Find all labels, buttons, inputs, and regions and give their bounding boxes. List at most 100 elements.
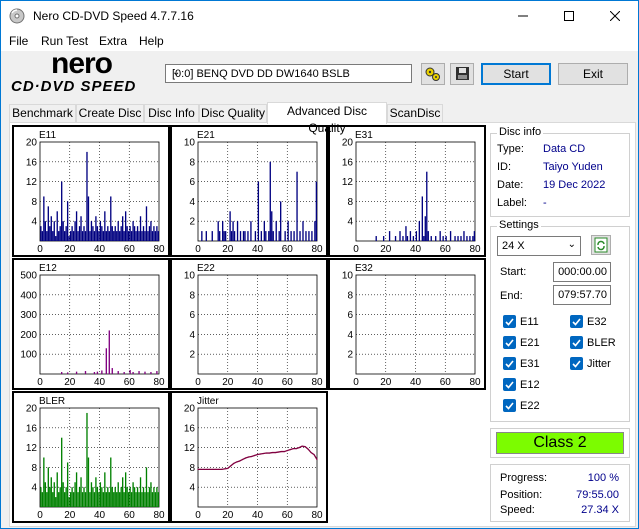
e32-ytick-label: 6 <box>347 310 353 321</box>
e12-bar <box>150 372 152 374</box>
e21-checkbox[interactable]: E21 <box>503 336 540 349</box>
jitter-point <box>215 468 217 470</box>
e11-bar <box>114 226 116 241</box>
e31-bar <box>405 226 407 241</box>
jitter-xtick-label: 60 <box>282 510 294 521</box>
e31-checkbox[interactable]: E31 <box>503 357 540 370</box>
minimize-button[interactable] <box>500 1 546 31</box>
e12-ytick-label: 400 <box>20 290 37 301</box>
jitter-point <box>227 467 229 469</box>
menu-file[interactable]: File <box>9 34 28 48</box>
e21-bar <box>222 221 224 241</box>
e21-bar <box>263 221 265 241</box>
e11-bar <box>139 216 142 241</box>
e31-bar <box>406 236 409 241</box>
e12-bar <box>138 371 140 374</box>
tab-advanced-disc-quality[interactable]: Advanced Disc Quality <box>267 102 387 135</box>
jitter-point <box>313 453 315 456</box>
refresh-speed-button[interactable] <box>591 235 611 255</box>
e11-bar <box>122 216 124 241</box>
id-label: ID: <box>497 161 512 173</box>
jitter-point <box>262 452 265 455</box>
e31-xtick-label: 20 <box>380 244 392 255</box>
menu-run-test[interactable]: Run Test <box>41 34 88 48</box>
e21-bar <box>217 221 219 241</box>
bler-bar <box>107 487 109 507</box>
jitter-xtick-label: 80 <box>311 510 323 521</box>
e12-bar <box>129 370 131 374</box>
checkmark-icon <box>503 336 516 349</box>
e31-bar <box>445 236 447 241</box>
e12-checkbox[interactable]: E12 <box>503 378 540 391</box>
e22-ytick-label: 4 <box>189 330 195 341</box>
e11-ytick-label: 16 <box>26 157 38 168</box>
jitter-point <box>247 456 250 458</box>
e32-xtick-label: 20 <box>380 377 392 388</box>
e22-ytick-label: 8 <box>189 290 195 301</box>
e11-bar <box>78 226 81 241</box>
menu-help[interactable]: Help <box>139 34 164 48</box>
e11-bar <box>124 211 127 241</box>
e11-bar <box>151 231 154 241</box>
e11-bar <box>113 231 115 241</box>
e32-checkbox-label: E32 <box>587 315 607 328</box>
progress-label: Progress: <box>500 472 548 484</box>
start-input[interactable]: 000:00.00 <box>553 262 611 282</box>
e22-xtick-label: 0 <box>195 377 201 388</box>
maximize-button[interactable] <box>546 1 592 31</box>
e11-bar <box>46 231 48 241</box>
jitter-point <box>283 450 285 453</box>
end-input[interactable]: 079:57.70 <box>553 285 611 305</box>
jitter-xtick-label: 40 <box>252 510 264 521</box>
speed-select-value: 24 X <box>502 240 525 252</box>
save-button[interactable] <box>450 63 474 85</box>
bler-bar <box>49 487 51 507</box>
tab-create-disc[interactable]: Create Disc <box>76 104 144 123</box>
e32-checkbox[interactable]: E32 <box>570 315 607 328</box>
e11-bar <box>95 216 97 241</box>
bler-bar <box>64 492 66 507</box>
e11-bar <box>116 231 118 241</box>
e31-xtick-label: 0 <box>353 244 359 255</box>
e11-bar <box>49 226 51 241</box>
e31-bar <box>449 231 452 241</box>
drive-select[interactable]: [0:0] BENQ DVD DD DW1640 BSLB ⌄ <box>165 64 412 83</box>
bler-bar <box>108 492 110 507</box>
title-bar[interactable]: Nero CD-DVD Speed 4.7.7.16 <box>1 1 638 31</box>
e31-bar <box>394 236 397 241</box>
jitter-checkbox[interactable]: Jitter <box>570 357 611 370</box>
e11-checkbox[interactable]: E11 <box>503 315 539 328</box>
date-label: Date: <box>497 179 524 191</box>
bler-bar <box>102 492 105 507</box>
bler-bar <box>81 492 84 507</box>
e31-ytick-label: 12 <box>342 177 354 188</box>
tab-disc-quality[interactable]: Disc Quality <box>199 104 267 123</box>
jitter-point <box>236 461 238 463</box>
e11-bar <box>53 221 55 241</box>
menu-extra[interactable]: Extra <box>99 34 127 48</box>
chevron-down-icon: ⌄ <box>567 239 576 250</box>
bler-bar <box>62 482 64 507</box>
bler-checkbox[interactable]: BLER <box>570 336 616 349</box>
bler-bar <box>156 487 158 507</box>
e22-ytick-label: 10 <box>184 271 196 282</box>
jitter-point <box>218 468 220 470</box>
e21-ytick-label: 8 <box>189 157 195 168</box>
drive-info-button[interactable] <box>421 63 445 85</box>
close-button[interactable] <box>592 1 638 31</box>
tab-benchmark[interactable]: Benchmark <box>9 104 76 123</box>
e21-bar <box>287 221 289 241</box>
e12-checkbox-label: E12 <box>520 378 540 391</box>
e21-bar <box>229 211 231 241</box>
bler-bar <box>40 487 42 507</box>
exit-button[interactable]: Exit <box>558 63 628 85</box>
start-button[interactable]: Start <box>481 63 551 85</box>
speed-select[interactable]: 24 X ⌄ <box>497 236 581 256</box>
progress-value: 100 % <box>587 472 619 484</box>
e22-checkbox[interactable]: E22 <box>503 399 540 412</box>
bler-ytick-label: 4 <box>31 483 37 494</box>
e11-bar <box>44 221 47 241</box>
tab-disc-info[interactable]: Disc Info <box>144 104 199 123</box>
tab-scandisc[interactable]: ScanDisc <box>387 104 443 123</box>
e11-bar <box>71 226 73 241</box>
